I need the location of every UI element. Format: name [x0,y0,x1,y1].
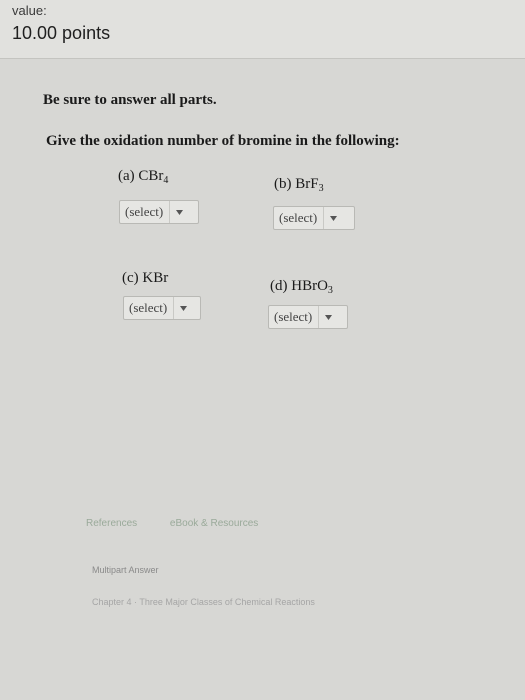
part-b-formula: (b) BrF [274,176,319,192]
points-value: 10.00 points [12,23,111,43]
part-a-select-value: (select) [120,201,171,223]
instruction-text: Be sure to answer all parts. [43,92,217,108]
chevron-down-icon [324,215,342,221]
question-header: value: 10.00 points [0,0,525,59]
references-link[interactable]: References [86,518,137,529]
part-c-label: (c) KBr [122,270,168,287]
part-b-select-value: (select) [274,207,325,229]
value-label: value: [12,3,47,18]
chevron-down-icon [174,305,192,311]
part-b-select[interactable]: (select) [273,206,355,230]
chevron-down-icon [170,209,188,215]
part-a-formula: (a) CBr [118,168,164,184]
part-d-select-value: (select) [269,306,320,328]
part-b-label: (b) BrF3 [274,176,324,194]
part-a-subscript: 4 [163,175,169,186]
multipart-answer-label: Multipart Answer [92,565,159,575]
part-d-label: (d) HBrO3 [270,278,333,296]
part-a-label: (a) CBr4 [118,168,168,186]
part-c-formula: (c) KBr [122,270,169,286]
part-c-select-value: (select) [124,297,175,319]
part-d-subscript: 3 [327,285,333,296]
footer-links: References eBook & Resources [86,518,288,529]
part-d-select[interactable]: (select) [268,305,348,329]
part-c-select[interactable]: (select) [123,296,201,320]
part-a-select[interactable]: (select) [119,200,199,224]
chapter-link[interactable]: Chapter 4 · Three Major Classes of Chemi… [92,597,315,607]
ebook-resources-link[interactable]: eBook & Resources [170,518,258,529]
chevron-down-icon [319,314,337,320]
part-b-subscript: 3 [318,183,324,194]
part-d-formula: (d) HBrO [270,278,328,294]
question-text: Give the oxidation number of bromine in … [46,133,400,149]
